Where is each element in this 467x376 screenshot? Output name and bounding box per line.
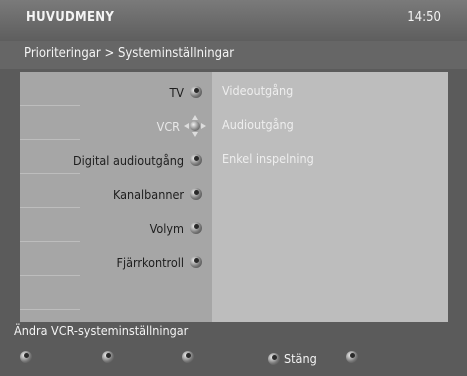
menu-item-label: TV (169, 84, 184, 100)
color-key-1-button[interactable] (20, 351, 36, 363)
menu-item-volume[interactable]: Volym (20, 211, 212, 245)
help-text: Ändra VCR-systeminställningar (14, 323, 189, 338)
submenu-item-video-output[interactable]: Videoutgång (222, 83, 293, 98)
submenu-item-simple-recording[interactable]: Enkel inspelning (222, 151, 314, 166)
select-knob-icon (190, 256, 202, 268)
close-label: Stäng (284, 351, 317, 366)
remote-key-icon (268, 352, 280, 365)
color-key-3-button[interactable] (182, 351, 198, 363)
select-knob-icon (190, 154, 202, 166)
breadcrumb-text: Prioriteringar > Systeminställningar (24, 46, 235, 61)
menu-item-label: Kanalbanner (112, 186, 184, 202)
menu-item-label: Volym (149, 220, 184, 236)
menu-item-tv[interactable]: TV (20, 75, 212, 109)
menu-item-vcr[interactable]: VCR (20, 109, 212, 143)
menu-title: HUVUDMENY (26, 10, 115, 25)
footer-buttons: Stäng (0, 343, 467, 376)
color-key-5-button[interactable] (346, 351, 362, 363)
menu-item-label: Digital audioutgång (72, 152, 184, 168)
select-knob-icon (190, 222, 202, 234)
select-knob-icon (190, 86, 202, 98)
remote-key-icon (20, 351, 32, 363)
menu-item-label: Fjärrkontroll (116, 254, 184, 270)
remote-key-icon (182, 351, 194, 363)
navigation-dpad-icon (184, 115, 206, 137)
select-knob-icon (190, 188, 202, 200)
breadcrumb: Prioriteringar > Systeminställningar (0, 41, 467, 69)
clock: 14:50 (407, 10, 441, 25)
settings-menu: TV VCR Digital audioutgång Kanalbanner V… (20, 72, 212, 322)
remote-key-icon (346, 351, 358, 363)
menu-item-channel-banner[interactable]: Kanalbanner (20, 177, 212, 211)
menu-item-remote[interactable]: Fjärrkontroll (20, 245, 212, 279)
submenu-panel: Videoutgång Audioutgång Enkel inspelning (212, 72, 448, 322)
remote-key-icon (102, 351, 114, 363)
menu-item-label: VCR (156, 118, 180, 134)
menu-item-digital-audio[interactable]: Digital audioutgång (20, 143, 212, 177)
color-key-2-button[interactable] (102, 351, 118, 363)
submenu-item-audio-output[interactable]: Audioutgång (222, 117, 294, 132)
header-bar: HUVUDMENY 14:50 (0, 0, 467, 41)
close-button[interactable]: Stäng (268, 351, 317, 366)
